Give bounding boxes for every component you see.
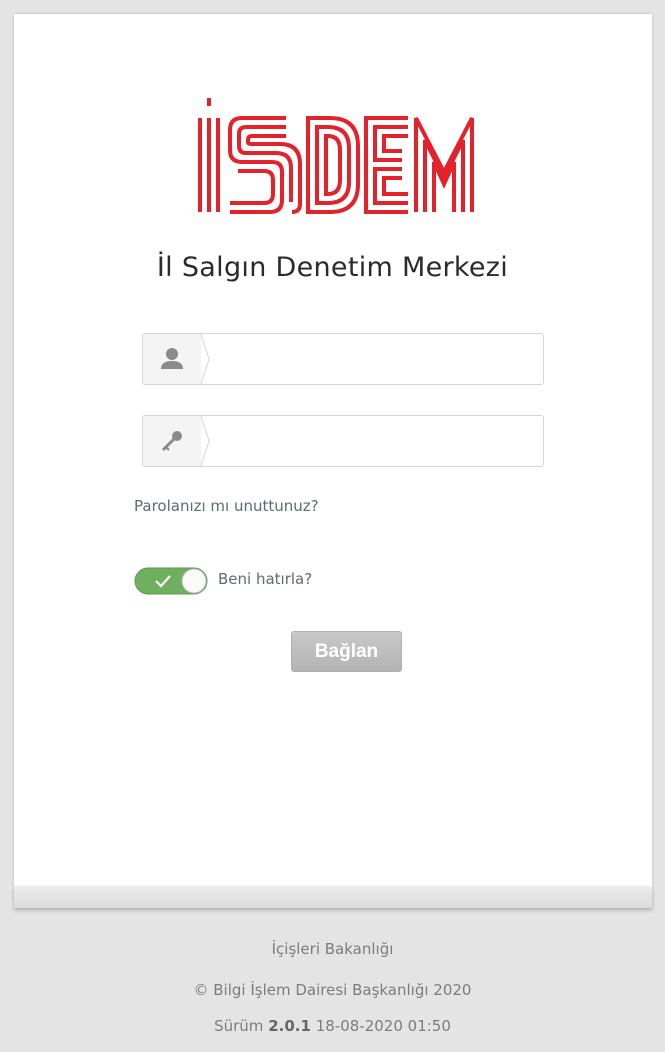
footer-copyright: © Bilgi İşlem Dairesi Başkanlığı 2020: [193, 981, 472, 999]
username-input[interactable]: [207, 335, 541, 383]
username-addon: [143, 334, 210, 384]
forgot-password-link[interactable]: Parolanızı mı unuttunuz?: [134, 497, 319, 515]
user-icon: [161, 334, 210, 384]
isdem-logo: [198, 98, 474, 214]
password-field[interactable]: [142, 415, 544, 467]
username-field[interactable]: [142, 333, 544, 385]
remember-toggle[interactable]: [134, 567, 208, 595]
version-number: 2.0.1: [268, 1017, 311, 1035]
version-label: Sürüm: [214, 1017, 264, 1035]
footer-version: Sürüm 2.0.1 18-08-2020 01:50: [0, 1017, 665, 1035]
build-date: 18-08-2020 01:50: [315, 1017, 451, 1035]
page-title: İl Salgın Denetim Merkezi: [156, 252, 509, 283]
key-icon: [161, 416, 210, 466]
password-input[interactable]: [207, 417, 541, 465]
remember-label: Beni hatırla?: [218, 570, 313, 588]
card-bottom-edge: [14, 886, 652, 908]
password-addon: [143, 416, 210, 466]
footer-ministry: İçişleri Bakanlığı: [271, 940, 394, 958]
login-button[interactable]: Bağlan: [291, 631, 402, 672]
